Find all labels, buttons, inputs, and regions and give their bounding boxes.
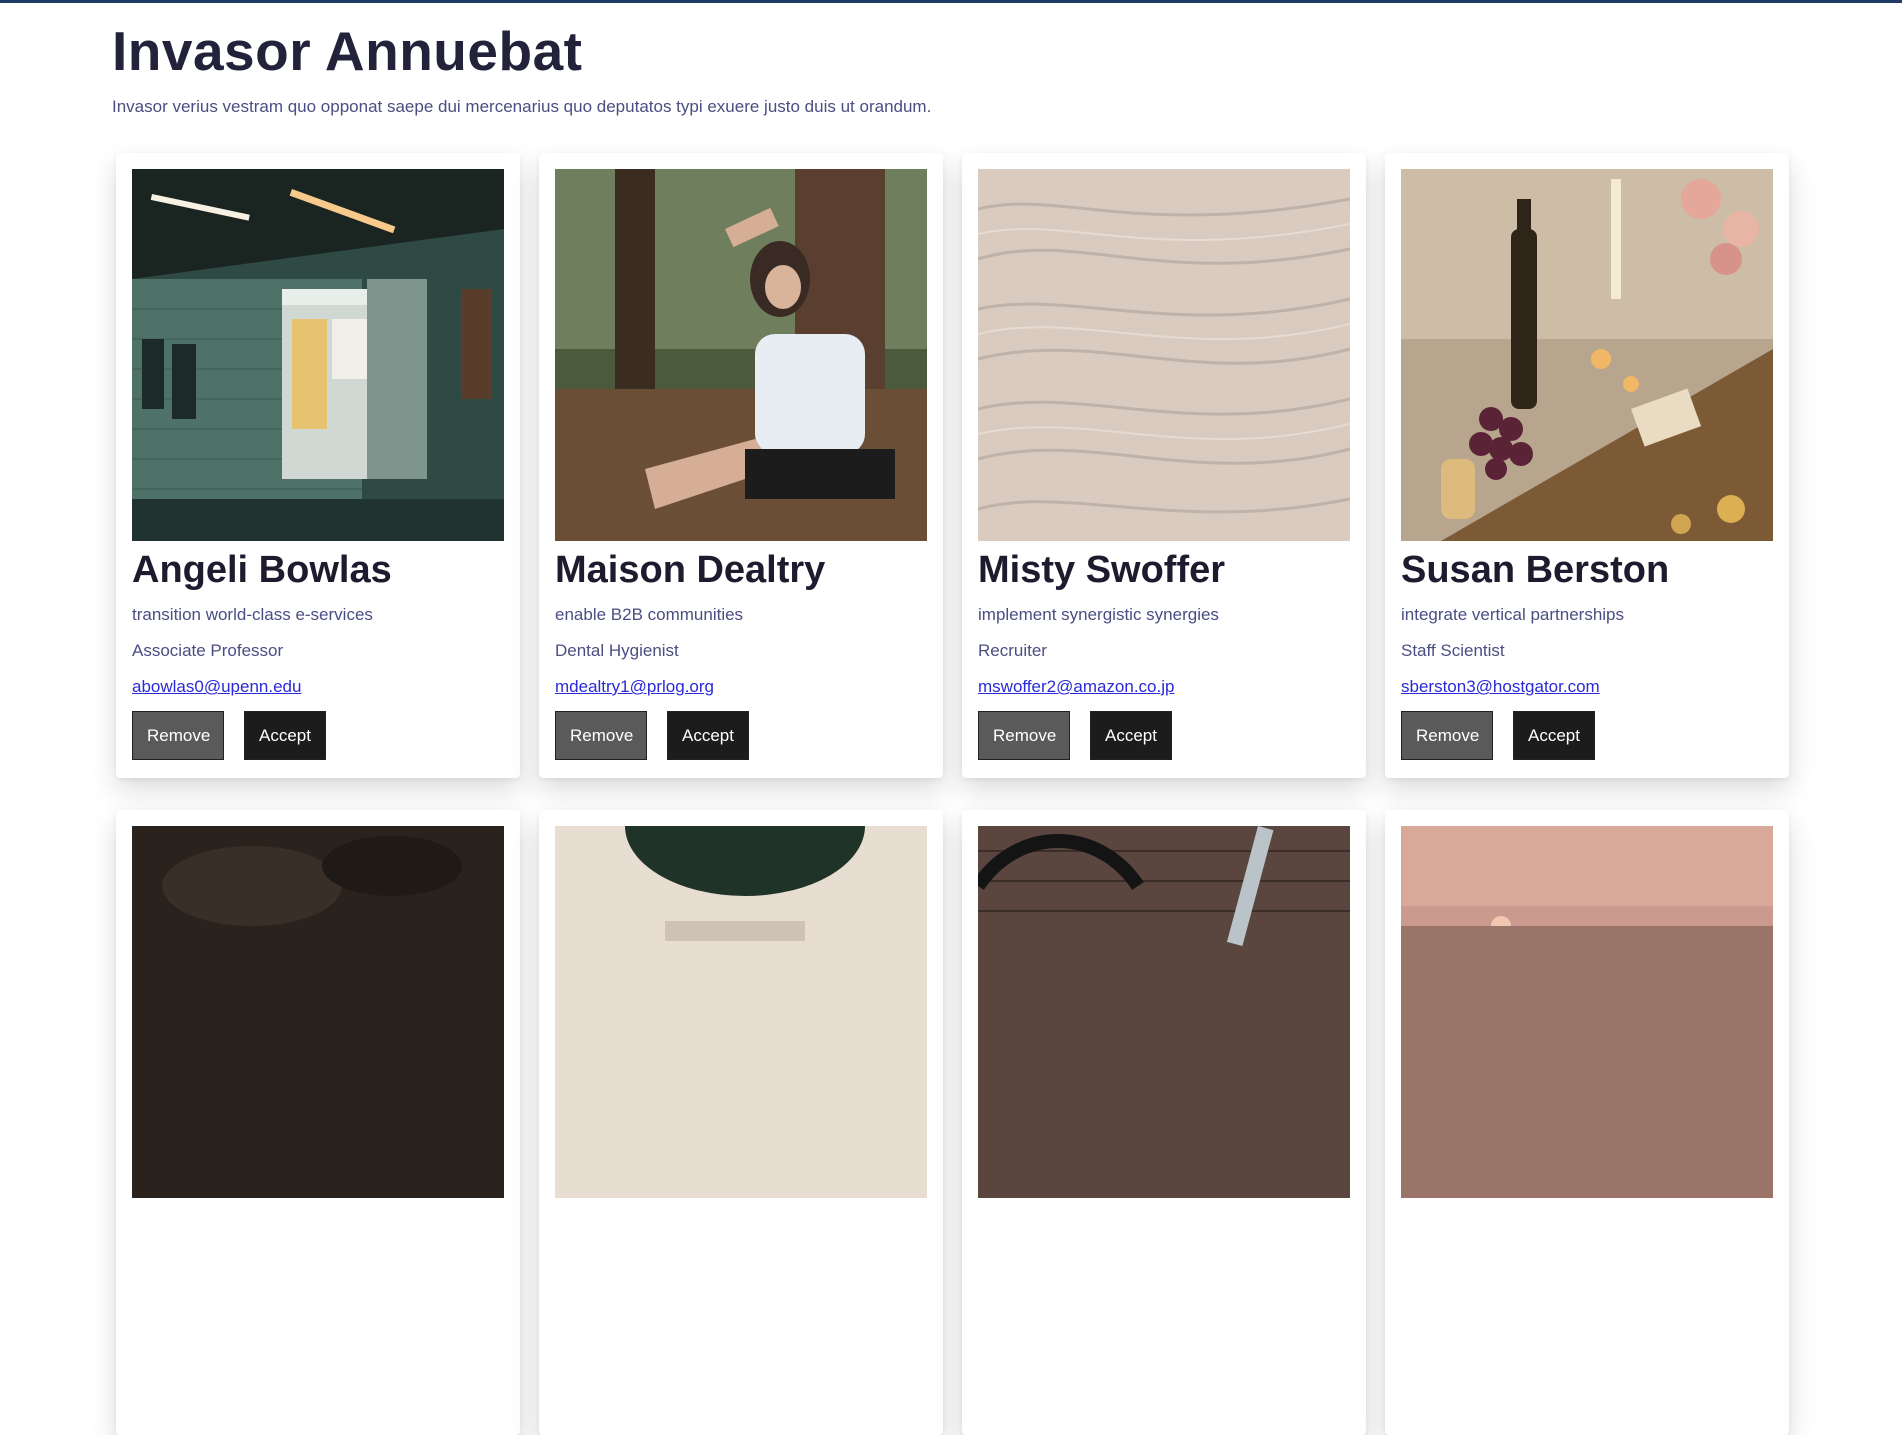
profile-grid: Angeli Bowlas transition world-class e-s…: [116, 153, 1789, 1435]
accept-button[interactable]: Accept: [244, 711, 326, 760]
profile-name: Maison Dealtry: [555, 549, 826, 591]
card-actions: Remove Accept: [1401, 711, 1773, 760]
profile-name: Susan Berston: [1401, 549, 1670, 591]
profile-email-link[interactable]: abowlas0@upenn.edu: [132, 677, 301, 697]
profile-card: Maison Dealtry enable B2B communities De…: [539, 153, 943, 778]
profile-card: [962, 810, 1366, 1435]
remove-button[interactable]: Remove: [1401, 711, 1493, 760]
profile-card: Angeli Bowlas transition world-class e-s…: [116, 153, 520, 778]
profile-tagline: enable B2B communities: [555, 605, 744, 624]
page-subtitle: Invasor verius vestram quo opponat saepe…: [112, 97, 932, 116]
profile-photo: [978, 826, 1350, 1198]
profile-tagline: implement synergistic synergies: [978, 605, 1219, 624]
profile-job-title: Staff Scientist: [1401, 641, 1505, 660]
accept-button[interactable]: Accept: [1513, 711, 1595, 760]
profile-card: Susan Berston integrate vertical partner…: [1385, 153, 1789, 778]
profile-name: Misty Swoffer: [978, 549, 1226, 591]
profile-photo: [555, 169, 927, 541]
card-actions: Remove Accept: [132, 711, 504, 760]
remove-button[interactable]: Remove: [132, 711, 224, 760]
profile-card: [539, 810, 943, 1435]
profile-email-link[interactable]: mdealtry1@prlog.org: [555, 677, 714, 697]
remove-button[interactable]: Remove: [555, 711, 647, 760]
profile-card: Misty Swoffer implement synergistic syne…: [962, 153, 1366, 778]
profile-photo: [1401, 169, 1773, 541]
profile-email-link[interactable]: mswoffer2@amazon.co.jp: [978, 677, 1174, 697]
profile-email-link[interactable]: sberston3@hostgator.com: [1401, 677, 1600, 697]
profile-photo: [132, 826, 504, 1198]
profile-card: [1385, 810, 1789, 1435]
accept-button[interactable]: Accept: [667, 711, 749, 760]
profile-job-title: Dental Hygienist: [555, 641, 679, 660]
profile-card: [116, 810, 520, 1435]
page-title: Invasor Annuebat: [112, 20, 583, 82]
profile-photo: [132, 169, 504, 541]
profile-photo: [1401, 826, 1773, 1198]
card-actions: Remove Accept: [555, 711, 927, 760]
profile-photo: [555, 826, 927, 1198]
profile-tagline: transition world-class e-services: [132, 605, 373, 624]
profile-name: Angeli Bowlas: [132, 549, 392, 591]
remove-button[interactable]: Remove: [978, 711, 1070, 760]
profile-photo: [978, 169, 1350, 541]
profile-tagline: integrate vertical partnerships: [1401, 605, 1625, 624]
accept-button[interactable]: Accept: [1090, 711, 1172, 760]
profile-job-title: Recruiter: [978, 641, 1047, 660]
profile-job-title: Associate Professor: [132, 641, 284, 660]
card-actions: Remove Accept: [978, 711, 1350, 760]
